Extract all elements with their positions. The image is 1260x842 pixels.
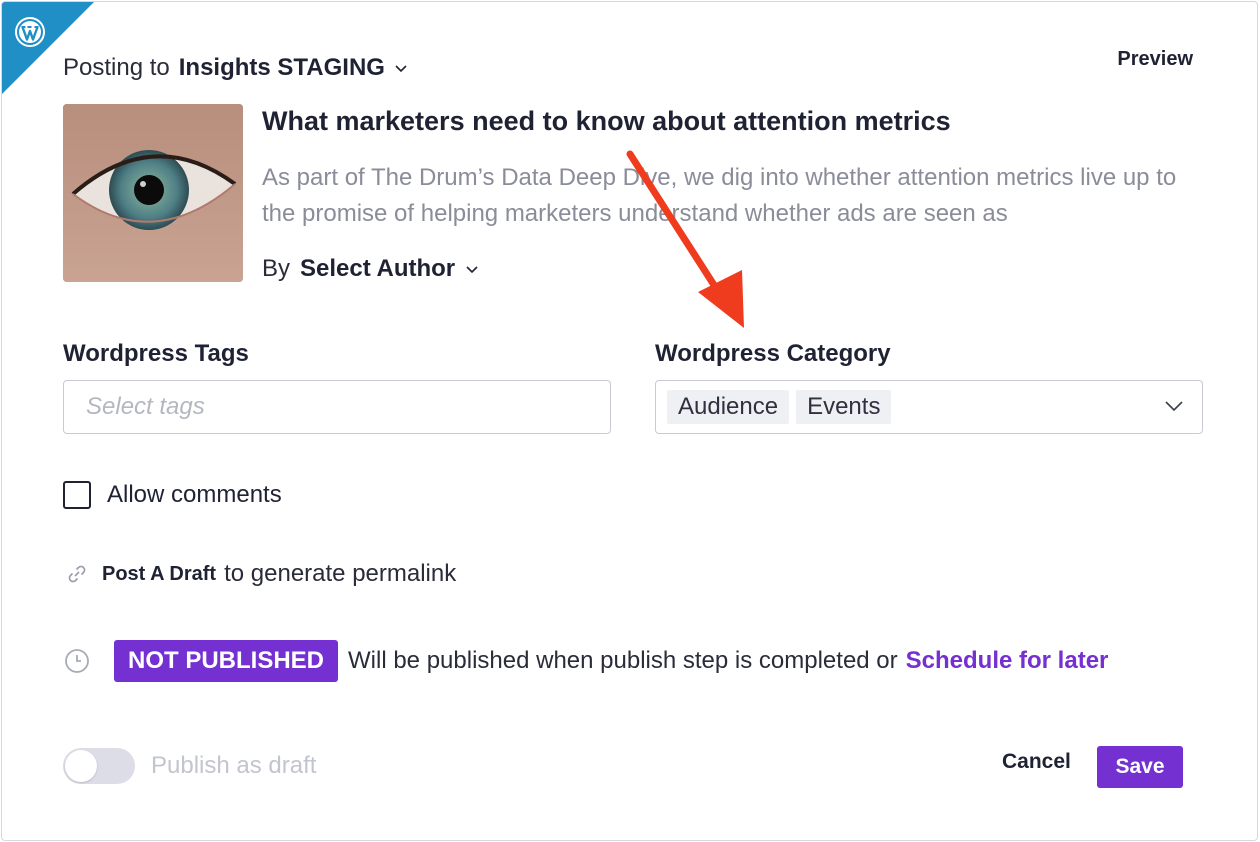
status-description: Will be published when publish step is c… bbox=[348, 647, 898, 674]
wordpress-post-dialog: Posting to Insights STAGING Preview What… bbox=[1, 1, 1258, 841]
schedule-later-link[interactable]: Schedule for later bbox=[906, 647, 1109, 675]
tags-label: Wordpress Tags bbox=[63, 340, 249, 367]
save-button[interactable]: Save bbox=[1097, 746, 1183, 788]
category-label: Wordpress Category bbox=[655, 340, 891, 367]
posting-target-row: Posting to Insights STAGING bbox=[63, 52, 408, 84]
permalink-row: Post A Draft to generate permalink bbox=[66, 560, 456, 588]
author-row: By Select Author bbox=[262, 253, 479, 285]
allow-comments-checkbox[interactable] bbox=[63, 481, 91, 509]
toggle-knob bbox=[65, 750, 97, 782]
category-chip[interactable]: Events bbox=[796, 390, 892, 424]
author-prefix: By bbox=[262, 255, 291, 282]
author-selector[interactable]: Select Author bbox=[300, 255, 455, 283]
chevron-down-icon[interactable] bbox=[394, 61, 408, 75]
tags-field[interactable] bbox=[63, 380, 611, 434]
publish-draft-row: Publish as draft bbox=[63, 748, 316, 784]
wordpress-icon bbox=[15, 17, 45, 47]
article-thumbnail bbox=[63, 104, 243, 282]
article-excerpt: As part of The Drum’s Data Deep Dive, we… bbox=[262, 164, 1177, 227]
clock-icon bbox=[65, 649, 89, 673]
article-title: What marketers need to know about attent… bbox=[262, 106, 951, 136]
category-chip[interactable]: Audience bbox=[667, 390, 790, 424]
chevron-down-icon[interactable] bbox=[1164, 398, 1184, 414]
tags-input[interactable] bbox=[64, 381, 610, 433]
link-icon bbox=[68, 565, 86, 583]
site-selector[interactable]: Insights STAGING bbox=[179, 54, 385, 82]
chevron-down-icon[interactable] bbox=[465, 262, 479, 276]
permalink-hint: to generate permalink bbox=[224, 560, 457, 587]
post-draft-link[interactable]: Post A Draft bbox=[102, 563, 216, 586]
allow-comments-label: Allow comments bbox=[107, 481, 282, 508]
publish-draft-toggle[interactable] bbox=[63, 748, 135, 784]
eye-image bbox=[63, 104, 243, 282]
cancel-button[interactable]: Cancel bbox=[1002, 750, 1071, 774]
category-select[interactable]: Audience Events bbox=[655, 380, 1203, 434]
publish-status-row: NOT PUBLISHED Will be published when pub… bbox=[64, 640, 1108, 682]
allow-comments-row: Allow comments bbox=[63, 481, 282, 509]
posting-label: Posting to bbox=[63, 54, 170, 81]
status-badge: NOT PUBLISHED bbox=[114, 640, 339, 682]
preview-button[interactable]: Preview bbox=[1117, 48, 1193, 71]
publish-draft-label: Publish as draft bbox=[151, 752, 317, 779]
